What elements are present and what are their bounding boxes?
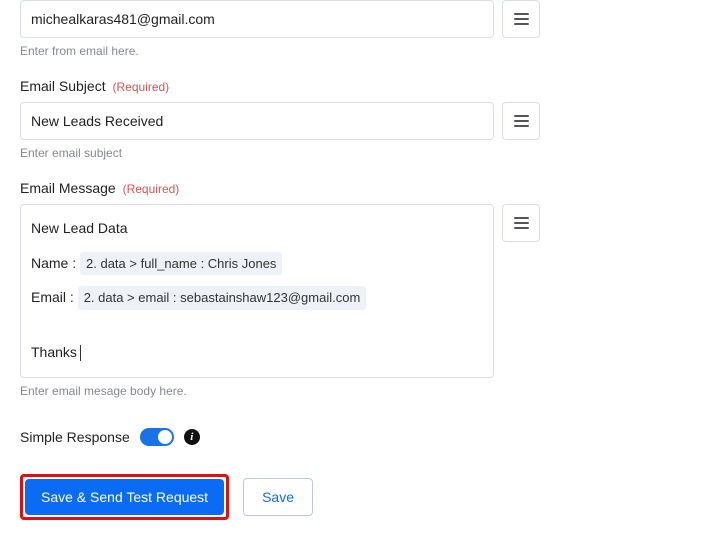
message-input[interactable]: New Lead Data Name : 2. data > full_name… [20, 204, 494, 378]
name-token[interactable]: 2. data > full_name : Chris Jones [80, 252, 282, 276]
simple-response-row: Simple Response i [20, 428, 706, 446]
toggle-knob [158, 430, 172, 444]
message-field: Email Message (Required) New Lead Data N… [20, 180, 706, 398]
from-email-input-row: michealkaras481@gmail.com [20, 0, 540, 38]
from-email-options-button[interactable] [502, 0, 540, 38]
from-email-value: michealkaras481@gmail.com [31, 11, 215, 27]
subject-input-row: New Leads Received [20, 102, 540, 140]
message-label-text: Email Message [20, 180, 116, 196]
message-email-label: Email : [31, 289, 74, 305]
subject-options-button[interactable] [502, 102, 540, 140]
subject-label: Email Subject (Required) [20, 78, 706, 94]
save-button[interactable]: Save [243, 478, 313, 516]
subject-value: New Leads Received [31, 113, 163, 129]
menu-icon [514, 13, 529, 25]
subject-required: (Required) [112, 80, 169, 94]
subject-field: Email Subject (Required) New Leads Recei… [20, 78, 706, 160]
message-input-row: New Lead Data Name : 2. data > full_name… [20, 204, 540, 378]
message-label: Email Message (Required) [20, 180, 706, 196]
subject-label-text: Email Subject [20, 78, 106, 94]
message-thanks: Thanks [31, 333, 483, 366]
from-email-helper: Enter from email here. [20, 44, 706, 58]
info-icon[interactable]: i [184, 429, 200, 445]
message-line-name: Name : 2. data > full_name : Chris Jones [31, 244, 483, 277]
menu-icon [514, 115, 529, 127]
from-email-field: michealkaras481@gmail.com Enter from ema… [20, 0, 706, 58]
text-cursor [80, 345, 81, 361]
message-required: (Required) [123, 182, 180, 196]
menu-icon [514, 217, 529, 229]
message-line-email: Email : 2. data > email : sebastainshaw1… [31, 278, 483, 311]
message-name-label: Name : [31, 255, 76, 271]
message-helper: Enter email mesage body here. [20, 384, 706, 398]
message-line-1: New Lead Data [31, 215, 483, 242]
message-options-button[interactable] [502, 204, 540, 242]
subject-input[interactable]: New Leads Received [20, 102, 494, 140]
email-token[interactable]: 2. data > email : sebastainshaw123@gmail… [78, 286, 367, 310]
message-thanks-text: Thanks [31, 344, 77, 360]
save-send-highlight: Save & Send Test Request [20, 474, 229, 520]
simple-response-toggle[interactable] [140, 428, 174, 446]
from-email-input[interactable]: michealkaras481@gmail.com [20, 0, 494, 38]
simple-response-label: Simple Response [20, 429, 130, 445]
subject-helper: Enter email subject [20, 146, 706, 160]
button-row: Save & Send Test Request Save [20, 474, 706, 520]
save-send-button[interactable]: Save & Send Test Request [25, 479, 224, 515]
